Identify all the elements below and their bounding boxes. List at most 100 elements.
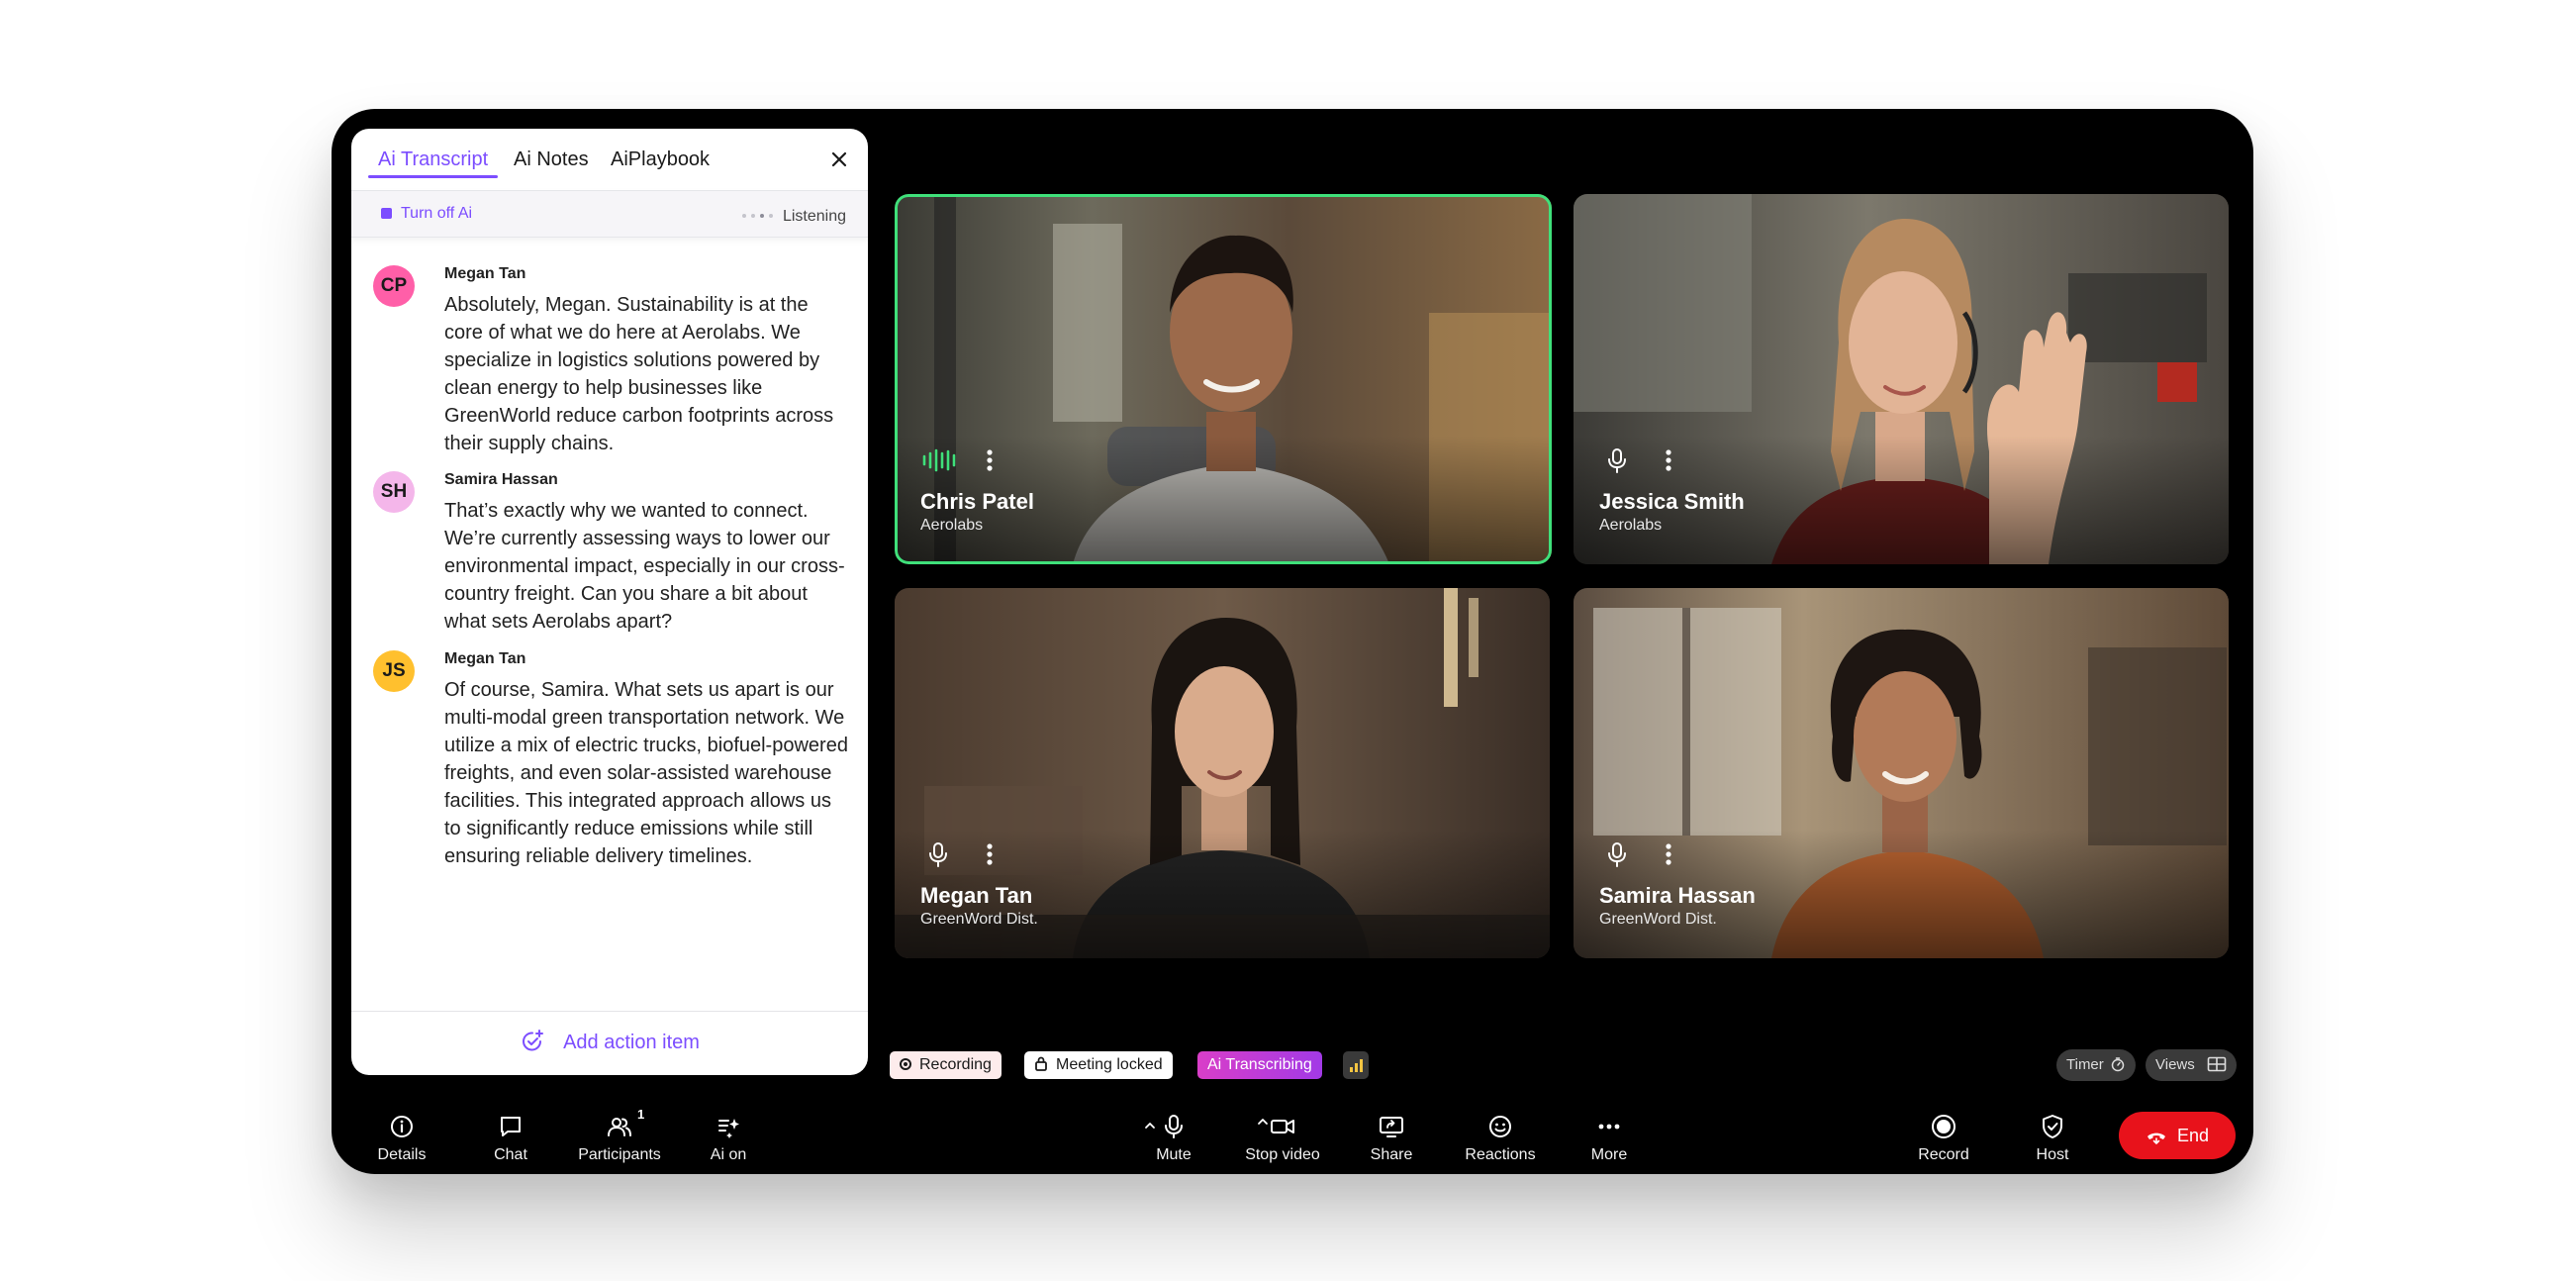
- lock-icon: [1035, 1056, 1047, 1071]
- ai-on-button[interactable]: Ai on: [674, 1105, 783, 1164]
- share-button[interactable]: Share: [1337, 1105, 1446, 1164]
- tile-controls: [1599, 839, 1688, 869]
- details-button[interactable]: Details: [347, 1105, 456, 1164]
- timer-button[interactable]: Timer: [2056, 1049, 2136, 1081]
- microphone-icon[interactable]: [1602, 445, 1632, 475]
- tile-controls: [920, 839, 1009, 869]
- avatar: CP: [373, 265, 415, 307]
- shield-check-icon: [2043, 1115, 2062, 1138]
- people-icon: [608, 1118, 631, 1136]
- turn-off-ai-button[interactable]: Turn off Ai: [381, 191, 472, 237]
- tab-ai-transcript[interactable]: Ai Transcript: [367, 129, 499, 190]
- views-button[interactable]: Views: [2146, 1049, 2237, 1081]
- participant-name: Chris Patel: [920, 489, 1034, 514]
- reactions-label: Reactions: [1465, 1146, 1536, 1163]
- hang-up-icon: [2147, 1133, 2165, 1144]
- listening-status: Listening: [737, 191, 846, 237]
- close-panel-button[interactable]: [824, 145, 854, 174]
- video-tile-megan-tan[interactable]: Megan Tan GreenWord Dist.: [895, 588, 1550, 958]
- participant-name: Jessica Smith: [1599, 489, 1745, 514]
- signal-bars-icon: [1350, 1059, 1363, 1072]
- chat-button[interactable]: Chat: [456, 1105, 565, 1164]
- message-text: Absolutely, Megan. Sustainability is at …: [444, 294, 834, 454]
- add-action-item-button[interactable]: Add action item: [351, 1011, 868, 1075]
- recording-badge: Recording: [890, 1051, 1002, 1079]
- add-action-label: Add action item: [563, 1032, 700, 1053]
- chat-bubble-icon: [501, 1117, 521, 1136]
- video-tile-chris-patel[interactable]: Chris Patel Aerolabs: [895, 194, 1552, 564]
- connection-quality-badge[interactable]: [1343, 1051, 1369, 1079]
- meeting-locked-badge: Meeting locked: [1024, 1051, 1173, 1079]
- smiley-icon: [1489, 1116, 1511, 1137]
- info-icon: [391, 1116, 413, 1137]
- participants-count-badge: 1: [637, 1107, 645, 1122]
- ai-notes-icon: [718, 1119, 739, 1138]
- grid-view-icon: [2207, 1056, 2227, 1072]
- stopwatch-icon: [2111, 1057, 2125, 1072]
- speaker-name: Samira Hassan: [444, 471, 558, 488]
- stop-video-label: Stop video: [1245, 1146, 1320, 1163]
- microphone-icon[interactable]: [923, 839, 953, 869]
- avatar: JS: [373, 650, 415, 692]
- ai-status-bar: Turn off Ai Listening: [351, 190, 868, 238]
- speaker-name: Megan Tan: [444, 650, 526, 667]
- turn-off-ai-label: Turn off Ai: [401, 205, 473, 222]
- participants-label: Participants: [578, 1146, 661, 1163]
- more-button[interactable]: More: [1555, 1105, 1664, 1164]
- host-button[interactable]: Host: [1998, 1105, 2107, 1164]
- tab-aiplaybook[interactable]: AiPlaybook: [611, 129, 710, 190]
- meeting-window: Ai Transcript Ai Notes AiPlaybook Turn o…: [332, 109, 2253, 1174]
- ai-transcribing-badge: Ai Transcribing: [1197, 1051, 1322, 1079]
- microphone-icon: [1165, 1115, 1183, 1138]
- stop-video-button[interactable]: Stop video: [1228, 1105, 1337, 1164]
- participant-name: Megan Tan: [920, 883, 1033, 908]
- transcript-message: SH Samira Hassan That’s exactly why we w…: [373, 471, 848, 640]
- more-horizontal-icon: [1598, 1124, 1620, 1130]
- tile-controls: [920, 445, 1009, 475]
- message-text: Of course, Samira. What sets us apart is…: [444, 679, 848, 867]
- record-button[interactable]: Record: [1889, 1105, 1998, 1164]
- more-options-icon[interactable]: [980, 445, 1000, 475]
- participants-button[interactable]: 1 Participants: [565, 1105, 674, 1164]
- chevron-up-icon[interactable]: [1143, 1121, 1157, 1131]
- participant-org: GreenWord Dist.: [920, 911, 1038, 928]
- speaker-name: Megan Tan: [444, 265, 526, 282]
- host-label: Host: [2036, 1146, 2069, 1163]
- participant-org: Aerolabs: [920, 517, 984, 534]
- more-options-icon[interactable]: [1659, 445, 1678, 475]
- share-screen-icon: [1380, 1117, 1403, 1137]
- close-icon: [831, 151, 847, 167]
- video-tile-samira-hassan[interactable]: Samira Hassan GreenWord Dist.: [1574, 588, 2229, 958]
- avatar: SH: [373, 471, 415, 513]
- reactions-button[interactable]: Reactions: [1446, 1105, 1555, 1164]
- video-tile-jessica-smith[interactable]: Jessica Smith Aerolabs: [1574, 194, 2229, 564]
- ai-transcribing-label: Ai Transcribing: [1207, 1056, 1312, 1073]
- mute-button[interactable]: Mute: [1119, 1105, 1228, 1164]
- microphone-icon[interactable]: [1602, 839, 1632, 869]
- record-label: Record: [1918, 1146, 1969, 1163]
- video-camera-icon: [1271, 1120, 1294, 1133]
- audio-level-icon[interactable]: [920, 445, 960, 475]
- panel-tabs: Ai Transcript Ai Notes AiPlaybook: [351, 129, 868, 190]
- meeting-locked-label: Meeting locked: [1056, 1056, 1163, 1073]
- ai-side-panel: Ai Transcript Ai Notes AiPlaybook Turn o…: [351, 129, 868, 1075]
- end-call-button[interactable]: End: [2119, 1112, 2236, 1159]
- end-label: End: [2176, 1126, 2210, 1145]
- tile-controls: [1599, 445, 1688, 475]
- ai-on-label: Ai on: [710, 1146, 747, 1163]
- participant-org: Aerolabs: [1599, 517, 1663, 534]
- more-options-icon[interactable]: [1659, 839, 1678, 869]
- message-text: That’s exactly why we wanted to connect.…: [444, 500, 845, 633]
- add-task-icon: [523, 1030, 544, 1051]
- mute-label: Mute: [1156, 1146, 1192, 1163]
- details-label: Details: [377, 1146, 427, 1163]
- tab-ai-notes[interactable]: Ai Notes: [514, 129, 589, 190]
- listening-label: Listening: [782, 208, 846, 225]
- record-icon: [1932, 1115, 1956, 1138]
- more-label: More: [1590, 1146, 1628, 1163]
- transcript-message: CP Megan Tan Absolutely, Megan. Sustaina…: [373, 265, 848, 463]
- chevron-up-icon[interactable]: [1256, 1117, 1270, 1127]
- chat-label: Chat: [494, 1146, 527, 1163]
- recording-label: Recording: [919, 1056, 992, 1073]
- more-options-icon[interactable]: [980, 839, 1000, 869]
